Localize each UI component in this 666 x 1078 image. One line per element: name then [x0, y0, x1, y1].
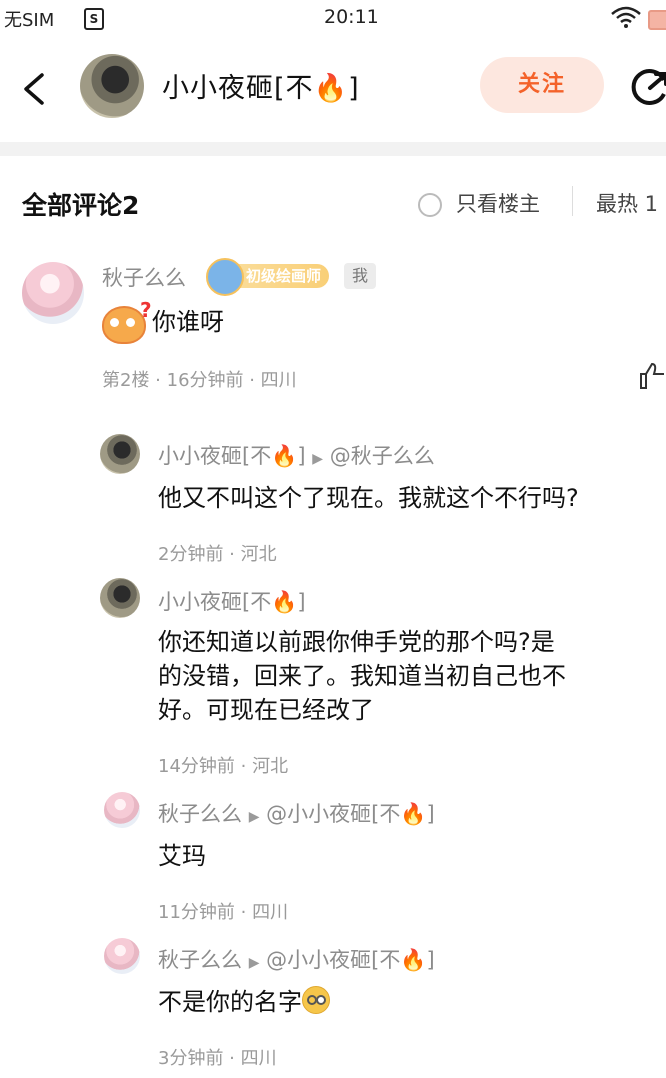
reply-username[interactable]: 小小夜砸[不🔥]: [158, 586, 306, 616]
share-icon[interactable]: [630, 66, 666, 110]
avatar[interactable]: [100, 578, 140, 618]
reply-username[interactable]: 小小夜砸[不🔥] ▶ @秋子么么: [158, 440, 435, 470]
like-icon[interactable]: [638, 362, 666, 394]
wifi-icon: [610, 6, 642, 32]
comment-text: 你谁呀: [152, 308, 224, 336]
badge-label: 初级绘画师: [246, 267, 322, 285]
avatar[interactable]: [104, 938, 140, 974]
only-op-label[interactable]: 只看楼主: [456, 188, 540, 218]
page-title: 小小夜砸[不🔥]: [162, 73, 360, 104]
nerd-emoji-icon: [302, 986, 330, 1014]
reply-arrow-icon: ▶: [248, 955, 260, 971]
reply-meta: 14分钟前 · 河北: [158, 756, 289, 777]
reply-text: 他又不叫这个了现在。我就这个不行吗?: [158, 484, 579, 512]
sort-hottest-tab[interactable]: 最热 1: [596, 188, 658, 218]
section-divider: [0, 142, 666, 156]
clock: 20:11: [324, 6, 379, 28]
reply-meta: 2分钟前 · 河北: [158, 544, 277, 565]
comment-meta: 第2楼 · 16分钟前 · 四川: [102, 370, 297, 391]
reply-to-mention[interactable]: @秋子么么: [330, 444, 435, 468]
comment-username[interactable]: 秋子么么: [102, 262, 186, 292]
reply-to-mention[interactable]: @小小夜砸[不🔥]: [266, 948, 435, 972]
avatar[interactable]: [100, 434, 140, 474]
only-op-radio[interactable]: [418, 193, 442, 217]
reply-text: 艾玛: [158, 842, 206, 870]
reply-text-line: 好。可现在已经改了: [158, 696, 374, 724]
reply-username[interactable]: 秋子么么 ▶ @小小夜砸[不🔥]: [158, 944, 435, 974]
reply-meta: 11分钟前 · 四川: [158, 902, 289, 923]
back-button[interactable]: [20, 72, 48, 110]
question-mark-icon: ?: [140, 298, 152, 322]
reply-to-mention[interactable]: @小小夜砸[不🔥]: [266, 802, 435, 826]
follow-button[interactable]: 关注: [480, 57, 604, 113]
sim-icon: S: [84, 8, 104, 30]
status-bar: 无SIM S 20:11: [0, 0, 666, 36]
avatar[interactable]: [22, 262, 84, 324]
carrier-label: 无SIM: [4, 10, 55, 31]
reply-username[interactable]: 秋子么么 ▶ @小小夜砸[不🔥]: [158, 798, 435, 828]
level-badge: 初级绘画师: [206, 258, 330, 296]
reply-arrow-icon: ▶: [248, 809, 260, 825]
reply-text: 不是你的名字: [158, 982, 330, 1022]
me-tag: 我: [344, 263, 376, 289]
reply-meta: 3分钟前 · 四川: [158, 1048, 277, 1069]
badge-avatar-icon: [206, 258, 244, 296]
avatar[interactable]: [80, 54, 144, 118]
comments-count-title: 全部评论2: [22, 191, 140, 220]
filter-separator: [572, 186, 573, 216]
avatar[interactable]: [104, 792, 140, 828]
chevron-left-icon: [24, 73, 44, 105]
reply-arrow-icon: ▶: [312, 451, 324, 467]
battery-icon: [648, 10, 666, 30]
